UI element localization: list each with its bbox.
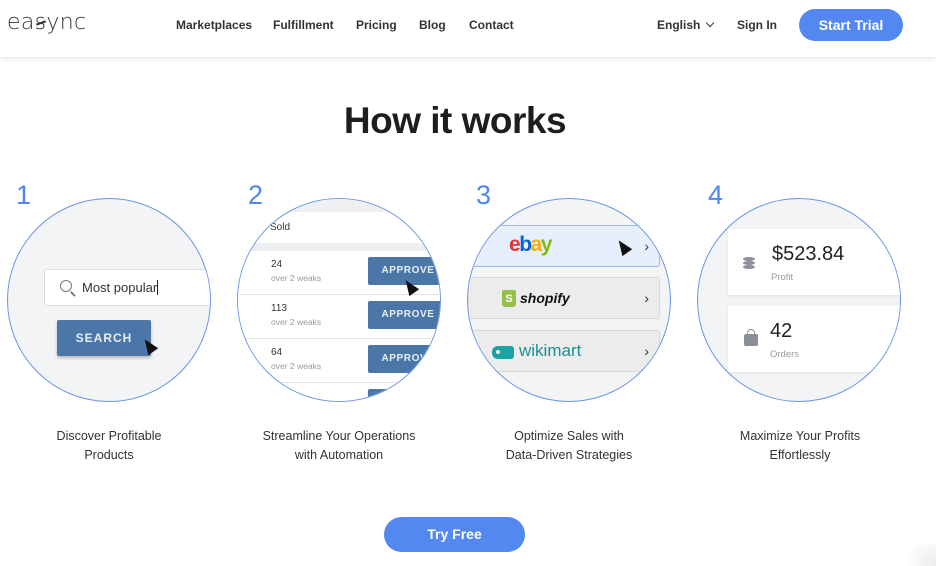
section-title: How it works	[343, 100, 567, 141]
row-subtext: over 2 weaks	[271, 361, 322, 371]
logo-text-post: ync	[46, 10, 87, 35]
chevron-right-icon: ›	[644, 343, 649, 359]
site-header: easync Marketplaces Fulfillment Pricing …	[0, 0, 936, 57]
shopify-bag-icon: S	[502, 290, 516, 307]
nav-contact[interactable]: Contact	[469, 18, 514, 32]
profit-card: $523.84 Profit	[728, 229, 900, 295]
approve-button-mock: APPROVE	[368, 345, 440, 373]
step-number-3: 3	[476, 180, 492, 210]
coins-icon	[743, 257, 756, 269]
profit-value: $523.84	[772, 243, 845, 265]
marketplace-row-wikimart: wikimart ›	[468, 330, 660, 372]
corner-shadow	[896, 544, 936, 566]
caption-line-1: Maximize Your Profits	[739, 429, 861, 443]
table-top-bar	[238, 199, 440, 212]
step-3-caption: Optimize Sales with Data-Driven Strategi…	[459, 427, 679, 465]
try-free-button[interactable]: Try Free	[384, 517, 525, 552]
nav-pricing[interactable]: Pricing	[356, 18, 397, 32]
wikimart-logo-text: wikimart	[519, 341, 582, 360]
shopping-bag-icon	[744, 329, 758, 346]
caption-line-2: Products	[84, 448, 134, 462]
shopify-logo-text: shopify	[520, 290, 570, 306]
chevron-down-icon	[706, 18, 715, 28]
search-icon	[60, 280, 72, 292]
search-button-mock: SEARCH	[57, 320, 151, 356]
language-label: English	[657, 18, 701, 32]
caption-line-2: Data-Driven Strategies	[505, 448, 633, 462]
logo-text-pre: ea	[7, 10, 35, 35]
orders-label: Orders	[770, 349, 800, 360]
row-subtext: over 2 weaks	[271, 273, 322, 283]
table-row: 113 over 2 weaks APPROVE	[238, 295, 440, 339]
step-number-1: 1	[16, 180, 32, 210]
row-subtext: over 2 weaks	[271, 317, 322, 327]
start-trial-button[interactable]: Start Trial	[799, 9, 903, 41]
chevron-right-icon: ›	[644, 290, 649, 306]
orders-value: 42	[770, 320, 793, 342]
step-1-caption: Discover Profitable Products	[0, 427, 219, 465]
profit-label: Profit	[771, 272, 794, 283]
easync-logo[interactable]: easync	[7, 10, 86, 35]
caption-line-1: Discover Profitable	[56, 429, 162, 443]
caption-line-1: Streamline Your Operations	[262, 429, 416, 443]
language-selector[interactable]: English	[657, 18, 715, 32]
approve-button-mock: APPROVE	[368, 301, 440, 329]
marketplace-row-shopify: S shopify ›	[468, 277, 660, 319]
mouse-cursor-icon	[613, 236, 633, 257]
table-header: Sold	[238, 199, 440, 243]
wikimart-tag-icon	[492, 346, 514, 359]
nav-blog[interactable]: Blog	[419, 18, 446, 32]
row-value: 24	[271, 259, 283, 270]
table-row	[238, 383, 440, 401]
logo-text-s: s	[34, 10, 47, 35]
column-header-sold: Sold	[270, 222, 291, 233]
search-text: Most popular	[82, 280, 158, 295]
nav-marketplaces[interactable]: Marketplaces	[176, 18, 252, 32]
nav-fulfillment[interactable]: Fulfillment	[273, 18, 334, 32]
approve-button-mock	[368, 389, 440, 401]
caption-line-2: with Automation	[294, 448, 384, 462]
search-value: Most popular	[82, 280, 159, 295]
text-caret	[157, 280, 159, 295]
marketplace-row-ebay: ebay ›	[468, 225, 660, 267]
search-input-mock: Most popular	[44, 269, 210, 306]
table-divider	[238, 243, 440, 251]
step-2-illustration: Sold 24 over 2 weaks APPROVE 113 over 2 …	[237, 198, 441, 402]
step-3-illustration: ebay › S shopify › wikimart ›	[467, 198, 671, 402]
orders-card: 42 Orders	[728, 306, 900, 372]
ebay-logo: ebay	[509, 233, 552, 256]
step-1-illustration: Most popular SEARCH	[7, 198, 211, 402]
sign-in-link[interactable]: Sign In	[737, 18, 777, 32]
row-value: 113	[271, 303, 287, 314]
row-value: 64	[271, 347, 283, 358]
caption-line-2: Effortlessly	[769, 448, 831, 462]
step-4-caption: Maximize Your Profits Effortlessly	[690, 427, 910, 465]
chevron-right-icon: ›	[644, 238, 649, 254]
table-row: 64 over 2 weaks APPROVE	[238, 339, 440, 383]
step-4-illustration: $523.84 Profit 42 Orders	[697, 198, 901, 402]
step-2-caption: Streamline Your Operations with Automati…	[229, 427, 449, 465]
step-number-4: 4	[708, 180, 724, 210]
caption-line-1: Optimize Sales with	[514, 429, 624, 443]
